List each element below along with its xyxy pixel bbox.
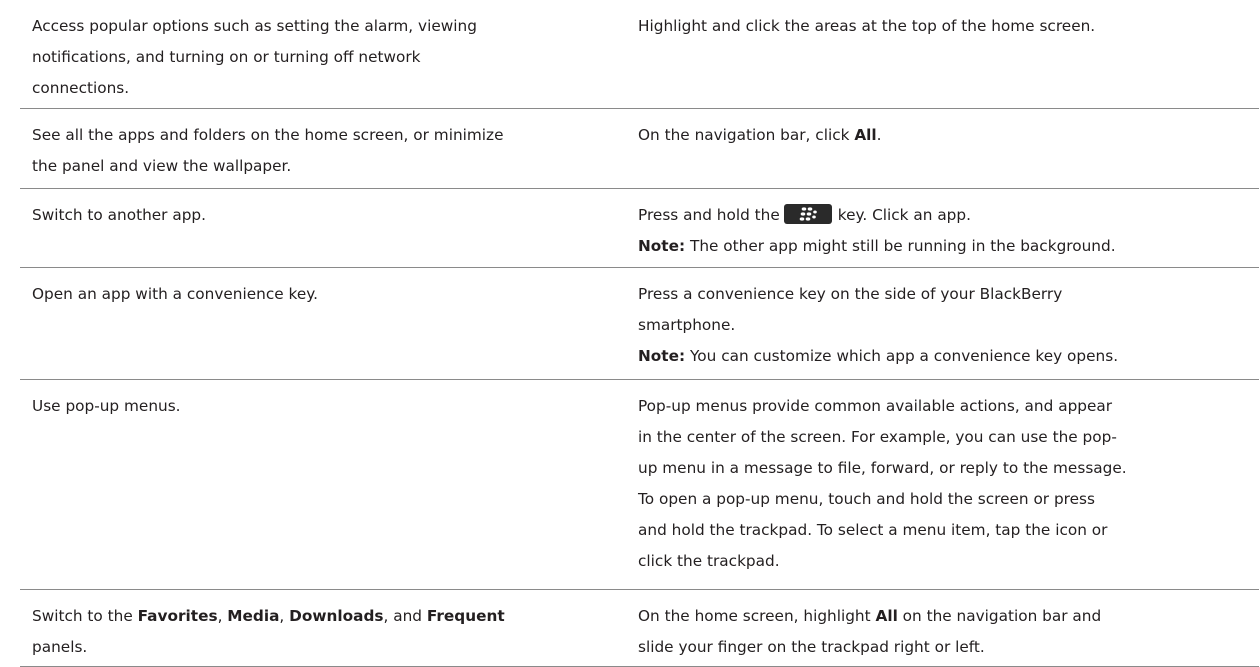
instruction-text-line: smartphone. — [638, 316, 736, 334]
instruction-text: Press and hold the key. Click an app. — [638, 200, 1255, 231]
action-text-part: , and — [383, 607, 427, 625]
instruction-cell: On the navigation bar, click All. — [623, 109, 1259, 188]
instruction-text-part: On the home screen, highlight — [638, 607, 876, 625]
action-text-part: , — [217, 607, 228, 625]
action-text: Use pop-up menus. — [32, 397, 181, 415]
action-cell: Switch to another app. — [20, 189, 623, 267]
media-keyword: Media — [227, 607, 280, 625]
action-cell: Switch to the Favorites, Media, Download… — [20, 590, 623, 666]
instruction-text-line: click the trackpad. — [638, 552, 780, 570]
action-text-part: , — [279, 607, 290, 625]
table-row: Use pop-up menus. Pop-up menus provide c… — [20, 380, 1259, 590]
note-label: Note: — [638, 347, 686, 365]
blackberry-menu-key-icon — [783, 204, 832, 224]
action-text: Switch to another app. — [32, 206, 206, 224]
shortcuts-table: Access popular options such as setting t… — [20, 0, 1259, 667]
instruction-text-line: Pop-up menus provide common available ac… — [638, 397, 1113, 415]
action-text-line: See all the apps and folders on the home… — [32, 126, 504, 144]
instruction-prefix: On the navigation bar, click — [638, 126, 855, 144]
action-text-part: Switch to the — [32, 607, 138, 625]
instruction-cell: On the home screen, highlight All on the… — [623, 590, 1259, 666]
action-text: Open an app with a convenience key. — [32, 285, 318, 303]
instruction-cell: Highlight and click the areas at the top… — [623, 0, 1259, 108]
instruction-suffix: . — [876, 126, 882, 144]
instruction-cell: Pop-up menus provide common available ac… — [623, 380, 1259, 589]
table-row: See all the apps and folders on the home… — [20, 109, 1259, 189]
table-row: Open an app with a convenience key. Pres… — [20, 268, 1259, 380]
instruction-suffix: key. Click an app. — [837, 206, 971, 224]
note-text: You can customize which app a convenienc… — [685, 347, 1119, 365]
instruction-text: Highlight and click the areas at the top… — [638, 17, 1096, 35]
instruction-text-part: on the navigation bar and — [897, 607, 1102, 625]
action-text-line: connections. — [32, 79, 130, 97]
favorites-keyword: Favorites — [137, 607, 218, 625]
table-row: Access popular options such as setting t… — [20, 0, 1259, 109]
instruction-text-line: slide your finger on the trackpad right … — [638, 638, 985, 656]
note-text: The other app might still be running in … — [685, 237, 1116, 255]
action-cell: See all the apps and folders on the home… — [20, 109, 623, 188]
instruction-cell: Press and hold the key. Click an app. Not… — [623, 189, 1259, 267]
action-text-line: Switch to the Favorites, Media, Download… — [32, 601, 611, 632]
instruction-text-line: up menu in a message to file, forward, o… — [638, 459, 1127, 477]
table-row: Switch to another app. Press and hold th… — [20, 189, 1259, 268]
instruction-text-line: Press a convenience key on the side of y… — [638, 285, 1063, 303]
action-cell: Use pop-up menus. — [20, 380, 623, 589]
action-text-line: the panel and view the wallpaper. — [32, 157, 292, 175]
action-cell: Access popular options such as setting t… — [20, 0, 623, 108]
instruction-cell: Press a convenience key on the side of y… — [623, 268, 1259, 379]
downloads-keyword: Downloads — [289, 607, 384, 625]
action-text-line: notifications, and turning on or turning… — [32, 48, 421, 66]
instruction-text-line: To open a pop-up menu, touch and hold th… — [638, 490, 1095, 508]
action-cell: Open an app with a convenience key. — [20, 268, 623, 379]
instruction-text-line: and hold the trackpad. To select a menu … — [638, 521, 1108, 539]
all-keyword: All — [875, 607, 898, 625]
note-line: Note: The other app might still be runni… — [638, 231, 1255, 262]
action-text-line: panels. — [32, 638, 88, 656]
instruction-text-line: in the center of the screen. For example… — [638, 428, 1117, 446]
all-keyword: All — [854, 126, 877, 144]
table-row: Switch to the Favorites, Media, Download… — [20, 590, 1259, 667]
instruction-prefix: Press and hold the — [638, 206, 780, 224]
note-label: Note: — [638, 237, 686, 255]
instruction-text-line: On the home screen, highlight All on the… — [638, 601, 1255, 632]
instruction-text: On the navigation bar, click All. — [638, 120, 1255, 151]
note-line: Note: You can customize which app a conv… — [638, 341, 1255, 372]
frequent-keyword: Frequent — [426, 607, 505, 625]
action-text-line: Access popular options such as setting t… — [32, 17, 477, 35]
